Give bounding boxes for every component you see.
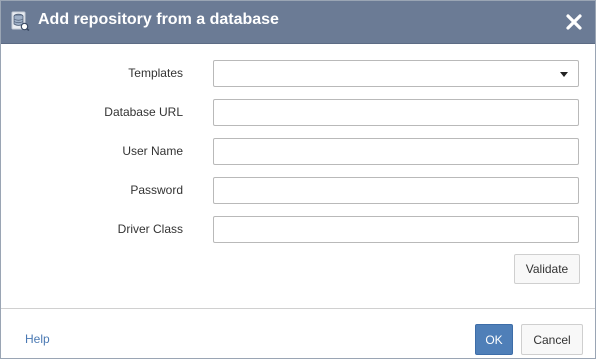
chevron-down-icon (560, 72, 568, 77)
database-url-input[interactable] (213, 99, 579, 126)
database-icon (10, 11, 30, 32)
password-row: Password (1, 177, 595, 205)
dialog-title: Add repository from a database (38, 11, 279, 28)
footer-divider (1, 308, 595, 309)
database-url-label: Database URL (104, 105, 183, 119)
user-name-input[interactable] (213, 138, 579, 165)
templates-row: Templates (1, 60, 595, 88)
driver-class-row: Driver Class (1, 216, 595, 244)
user-name-row: User Name (1, 138, 595, 166)
validate-button[interactable]: Validate (514, 254, 580, 284)
add-repository-dialog: Add repository from a database Templates… (0, 0, 596, 359)
driver-class-input[interactable] (213, 216, 579, 243)
database-url-row: Database URL (1, 99, 595, 127)
dialog-titlebar: Add repository from a database (1, 1, 595, 44)
templates-select[interactable] (213, 60, 579, 87)
ok-button[interactable]: OK (475, 324, 513, 355)
driver-class-label: Driver Class (117, 222, 183, 236)
password-label: Password (130, 183, 183, 197)
cancel-button[interactable]: Cancel (521, 324, 583, 355)
templates-label: Templates (128, 66, 183, 80)
help-link[interactable]: Help (25, 332, 50, 346)
user-name-label: User Name (122, 144, 183, 158)
password-input[interactable] (213, 177, 579, 204)
close-icon[interactable] (563, 11, 585, 33)
